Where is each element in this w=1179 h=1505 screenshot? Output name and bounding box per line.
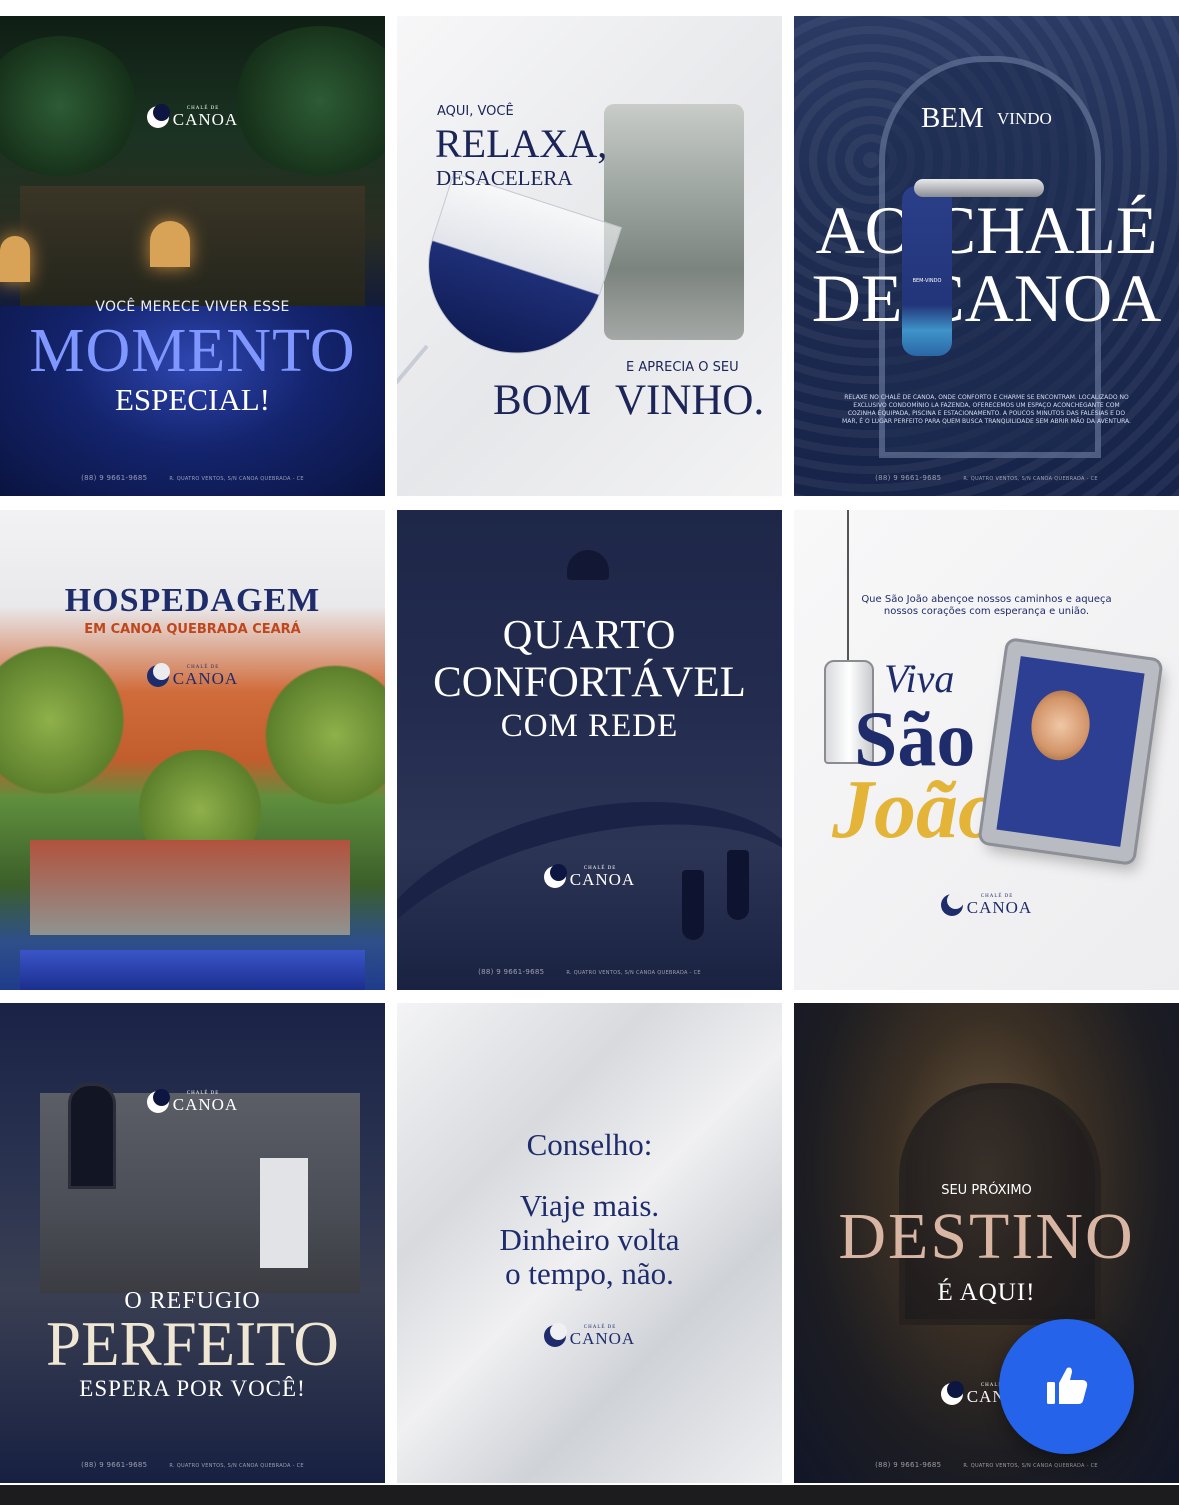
post-headline: CONFORTÁVEL [433,659,746,706]
post-footer: (88) 9 9661-9685 R. QUATRO VENTOS, S/N CA… [81,474,304,482]
fridge-image [260,1158,308,1268]
post-footer: (88) 9 9661-9685 R. QUATRO VENTOS, S/N CA… [875,474,1098,482]
post-text-line5: BOM VINHO. [493,377,765,424]
joao-text: João [832,763,1000,856]
post-tile-refugio[interactable]: CHALÉ DE CANOA O REFUGIO PERFEITO ESPERA … [0,1003,385,1483]
lantern-chain [847,510,849,662]
post-headline: RELAXA, [435,121,608,166]
moon-icon [940,1381,964,1405]
post-text-line1: SEU PRÓXIMO [941,1183,1032,1198]
wine-glass-stem [397,344,429,421]
post-text-line1: Que São João abençoe nossos caminhos e a… [861,594,1112,605]
post-tile-vinho[interactable]: AQUI, VOCÊ RELAXA, DESACELERA E APRECIA … [397,16,782,496]
post-text-line3: ESPERA POR VOCÊ! [79,1376,306,1401]
thumbs-up-icon [1047,1367,1088,1404]
saint-portrait [1026,686,1095,765]
post-footer: (88) 9 9661-9685 R. QUATRO VENTOS, S/N CA… [478,968,701,976]
post-subheadline: EM CANOA QUEBRADA CEARÁ [84,622,301,637]
post-text-line1: AQUI, VOCÊ [437,104,514,119]
palm-tree-decoration [230,26,385,176]
post-footer: (88) 9 9661-9685 R. QUATRO VENTOS, S/N CA… [81,1461,304,1469]
post-text-line1: QUARTO [502,611,677,657]
moon-icon [146,1089,170,1113]
moon-icon [940,892,964,916]
moon-icon [543,1323,567,1347]
post-headline: DESTINO [838,1200,1135,1273]
post-headline: Conselho: [526,1127,653,1162]
post-text-line2: nossos corações com esperança e união. [883,606,1090,617]
post-headline: MOMENTO [29,317,356,385]
post-headline: HOSPEDAGEM [64,582,321,619]
chale-de-canoa-logo: CHALÉ DECANOA [397,1323,782,1347]
house-facade [20,186,365,306]
post-text-line4: E APRECIA O SEU [626,360,739,375]
post-text-line3: Dinheiro volta [499,1222,680,1257]
palm-tree-decoration [0,640,140,800]
door-handle [914,179,1044,197]
post-tile-momento[interactable]: CHALÉ DE CANOA VOCÊ MERECE VIVER ESSE MOM… [0,16,385,496]
post-text-line1: BEM [921,102,984,134]
lit-window [150,221,190,267]
saint-picture-frame [980,640,1161,863]
moon-icon [146,104,170,128]
post-text-line4: o tempo, não. [505,1256,674,1291]
pool-image [20,950,365,990]
post-tile-quarto[interactable]: QUARTO CONFORTÁVEL COM REDE CHALÉ DE CANO… [397,510,782,990]
chale-de-canoa-logo: CHALÉ DECANOA [0,104,385,128]
post-body-text: RELAXE NO CHALÉ DE CANOA, ONDE CONFORTO … [842,394,1131,426]
post-tile-conselho[interactable]: Conselho: Viaje mais. Dinheiro volta o t… [397,1003,782,1483]
post-text-line2: Viaje mais. [519,1188,660,1223]
post-headline: PERFEITO [46,1309,339,1379]
moon-icon [543,864,567,888]
chale-de-canoa-logo: CHALÉ DECANOA [794,892,1179,916]
post-text-line3: DESACELERA [436,166,573,190]
post-text-line3: COM REDE [500,708,679,744]
post-text-line1: VOCÊ MERECE VIVER ESSE [95,299,290,315]
post-headline: AO CHALÉ [815,192,1158,268]
post-text-line1b: VINDO [997,109,1052,128]
chale-de-canoa-logo: CHALÉ DECANOA [0,663,385,687]
post-text-line3: É AQUI! [937,1279,1036,1306]
like-button[interactable] [999,1319,1134,1454]
post-tile-bem-vindo[interactable]: BEM VINDO AO CHALÉ DE CANOA BEM-VINDO RE… [794,16,1179,496]
house-image [30,840,350,935]
moon-icon [146,663,170,687]
post-headline-2: DE CANOA [811,260,1162,336]
door-hanger-tag: BEM-VINDO [902,186,952,356]
post-text-line3: ESPECIAL! [115,382,270,417]
patio-photo [604,104,744,340]
wine-glass-image [405,172,622,377]
pendant-lamp [567,550,609,580]
lit-window [0,236,30,282]
post-footer: (88) 9 9661-9685 R. QUATRO VENTOS, S/N CA… [875,1461,1098,1469]
bottom-bar [0,1485,1179,1505]
post-tile-hospedagem[interactable]: HOSPEDAGEM EM CANOA QUEBRADA CEARÁ CHALÉ… [0,510,385,990]
post-tile-sao-joao[interactable]: Que São João abençoe nossos caminhos e a… [794,510,1179,990]
chale-de-canoa-logo: CHALÉ DECANOA [397,864,782,888]
chale-de-canoa-logo: CHALÉ DECANOA [0,1089,385,1113]
